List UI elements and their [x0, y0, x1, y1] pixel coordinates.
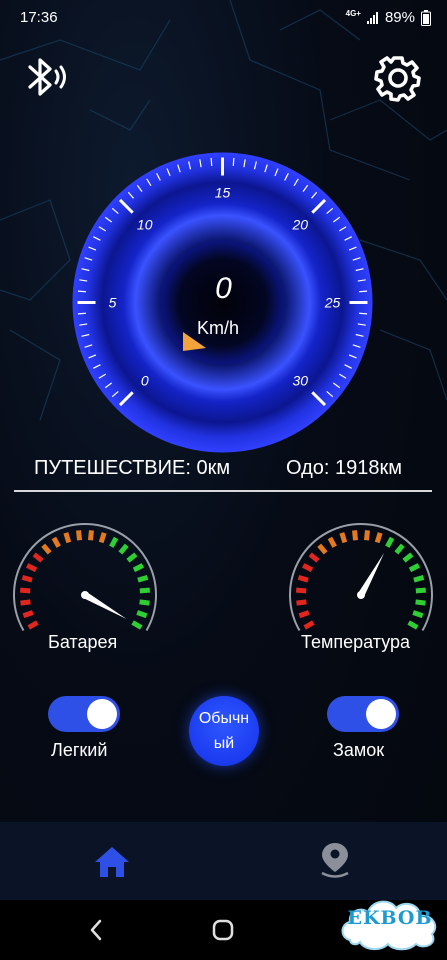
bluetooth-button[interactable] — [22, 54, 74, 100]
gauge-segment — [327, 536, 337, 548]
scale-label: 10 — [137, 217, 153, 233]
nav-location[interactable] — [316, 840, 354, 880]
gauge-segment — [27, 620, 39, 630]
back-button[interactable] — [84, 918, 110, 942]
light-toggle[interactable] — [48, 696, 120, 732]
gauge-segment — [87, 530, 94, 541]
gauge-segment — [136, 610, 148, 619]
watermark-logo: EKBOB — [336, 888, 444, 954]
gauge-segment — [132, 563, 144, 573]
gauge-segment — [385, 536, 395, 548]
trip-distance: ПУТЕШЕСТВИЕ: 0км — [34, 457, 231, 479]
home-circle-icon — [212, 919, 234, 941]
odometer: Одо: 1918км — [286, 457, 403, 479]
speed-unit: Km/h — [197, 318, 240, 338]
gauge-segment — [51, 536, 61, 548]
gauge-segment — [98, 532, 107, 544]
status-time: 17:36 — [20, 9, 58, 26]
battery-icon — [421, 9, 431, 26]
gauge-segment — [126, 552, 138, 563]
gauge-segment — [32, 552, 44, 563]
gauge-segment — [109, 536, 119, 548]
gauge-segment — [76, 530, 83, 541]
scale-label: 30 — [292, 372, 308, 388]
gauge-segment — [20, 599, 31, 606]
location-pin-icon — [321, 843, 349, 878]
gauge-segment — [308, 552, 320, 563]
gauge-segment — [139, 599, 150, 606]
gauge-segment — [63, 532, 72, 544]
gauge-segment — [118, 543, 129, 555]
signal-icon — [366, 11, 378, 24]
lock-toggle[interactable] — [327, 696, 399, 732]
minor-tick — [210, 157, 213, 166]
lock-label: Замок — [333, 740, 385, 760]
gauge-needle — [357, 552, 385, 597]
dashboard-screen: 17:36 4G+ 89% 0 5 10 15 20 25 30 0 Km/h … — [0, 0, 447, 960]
gauge-segment — [131, 620, 143, 630]
gauge-rim — [13, 523, 157, 631]
minor-tick — [232, 157, 235, 166]
gauge-segment — [352, 530, 359, 541]
gauge-segment — [19, 587, 31, 594]
gauge-hub — [357, 591, 365, 599]
gauge-segment — [363, 530, 370, 541]
gauge-segment — [402, 552, 414, 563]
gauge-segment — [303, 620, 315, 630]
watermark-text: EKBOB — [347, 907, 433, 929]
temperature-gauge — [289, 523, 433, 631]
bluetooth-icon — [28, 58, 66, 96]
minor-tick — [77, 312, 86, 315]
trip-info: ПУТЕШЕСТВИЕ: 0км Одо: 1918км — [0, 454, 447, 484]
toggle-knob — [87, 699, 117, 729]
battery-label: Батарея — [48, 632, 118, 652]
scale-label: 20 — [291, 217, 308, 233]
gauge-segment — [415, 587, 427, 594]
gauge-segment — [339, 532, 348, 544]
gauge-segment — [22, 610, 34, 619]
gauge-segment — [415, 599, 426, 606]
divider — [14, 490, 432, 492]
gauge-hub — [81, 591, 89, 599]
home-icon — [95, 847, 129, 877]
battery-percent: 89% — [384, 9, 415, 26]
gauge-needle — [83, 591, 127, 619]
system-home-button[interactable] — [210, 917, 236, 943]
gauge-segment — [139, 587, 151, 594]
temperature-label: Температура — [301, 632, 411, 652]
gauge-segment — [297, 574, 309, 583]
gauge-segment — [374, 532, 383, 544]
gauge-segment — [408, 563, 420, 573]
battery-gauge — [13, 523, 157, 631]
gauge-segment — [413, 574, 425, 583]
settings-button[interactable] — [372, 52, 424, 104]
gear-icon — [374, 56, 421, 102]
light-label: Легкий — [51, 740, 108, 760]
gauge-segment — [412, 610, 424, 619]
gauge-segment — [41, 543, 52, 555]
gauge-rim — [289, 523, 433, 631]
gauge-segment — [296, 599, 307, 606]
scale-label: 15 — [215, 185, 231, 201]
gauge-segment — [21, 574, 33, 583]
status-indicators: 4G+ 89% — [346, 9, 431, 26]
speed-value: 0 — [215, 272, 232, 305]
gauge-segment — [407, 620, 419, 630]
gauge-segment — [26, 563, 38, 573]
gauge-segment — [394, 543, 405, 555]
scale-label: 0 — [141, 372, 149, 388]
back-icon — [90, 919, 102, 941]
mode-button[interactable]: Обычный — [189, 696, 259, 766]
gauge-segment — [137, 574, 149, 583]
minor-tick — [359, 312, 368, 315]
toggle-knob — [366, 699, 396, 729]
gauge-segment — [295, 587, 307, 594]
status-bar: 17:36 4G+ 89% — [0, 0, 447, 36]
gauge-segment — [302, 563, 314, 573]
gauge-segment — [317, 543, 328, 555]
nav-home[interactable] — [92, 844, 132, 880]
gauge-segment — [298, 610, 310, 619]
network-type: 4G+ — [345, 9, 361, 18]
